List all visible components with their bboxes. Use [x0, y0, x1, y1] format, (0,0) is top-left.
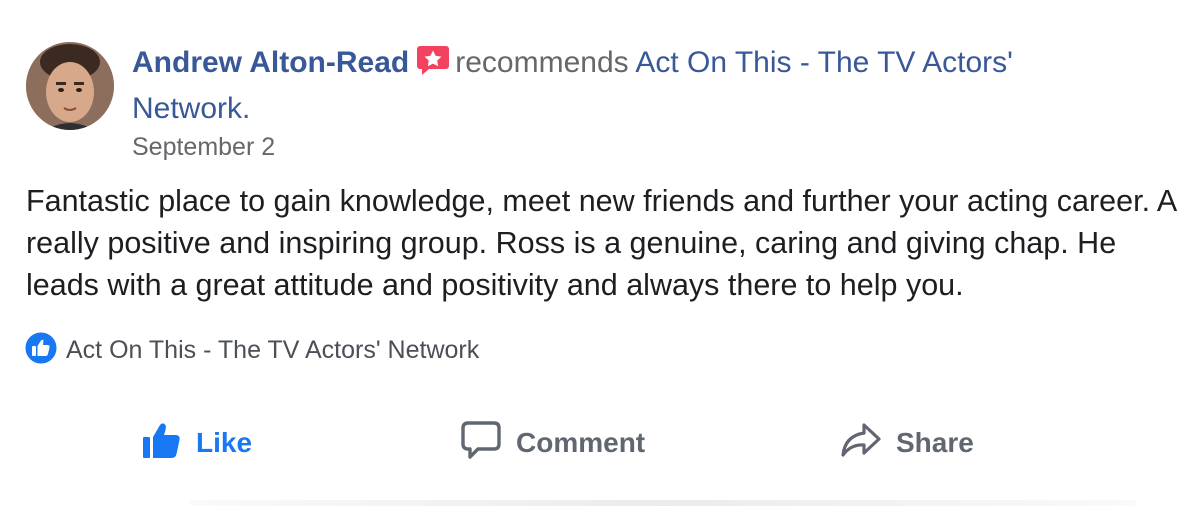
post-timestamp[interactable]: September 2: [132, 131, 275, 163]
thumbs-up-icon: [142, 421, 182, 466]
post-header: Andrew Alton-Read recommends Act On This …: [132, 42, 1092, 130]
recommendation-star-badge-icon: [417, 44, 450, 88]
comment-label: Comment: [516, 427, 646, 458]
author-avatar[interactable]: [26, 42, 114, 130]
post-actions-bar: Like Comment Share: [0, 415, 1192, 471]
comment-button[interactable]: Comment: [460, 415, 645, 471]
recommendation-row: Act On This - The TV Actors' Network: [24, 331, 479, 370]
recommended-page-label[interactable]: Act On This - The TV Actors' Network: [66, 336, 479, 365]
review-body: Fantastic place to gain knowledge, meet …: [26, 184, 1176, 302]
recommend-verb: recommends: [455, 46, 629, 79]
recommend-thumb-icon: [24, 331, 58, 370]
footer-divider: [190, 500, 1136, 506]
author-name[interactable]: Andrew Alton-Read: [132, 46, 409, 79]
comment-bubble-icon: [460, 420, 502, 467]
share-arrow-icon: [840, 422, 882, 465]
page-name-link[interactable]: Act On This - The TV Actors': [635, 46, 1013, 79]
like-label: Like: [196, 427, 253, 458]
page-name-link-continued[interactable]: Network.: [132, 92, 250, 125]
share-button[interactable]: Share: [840, 415, 974, 471]
like-button[interactable]: Like: [142, 415, 252, 471]
share-label: Share: [896, 427, 974, 458]
